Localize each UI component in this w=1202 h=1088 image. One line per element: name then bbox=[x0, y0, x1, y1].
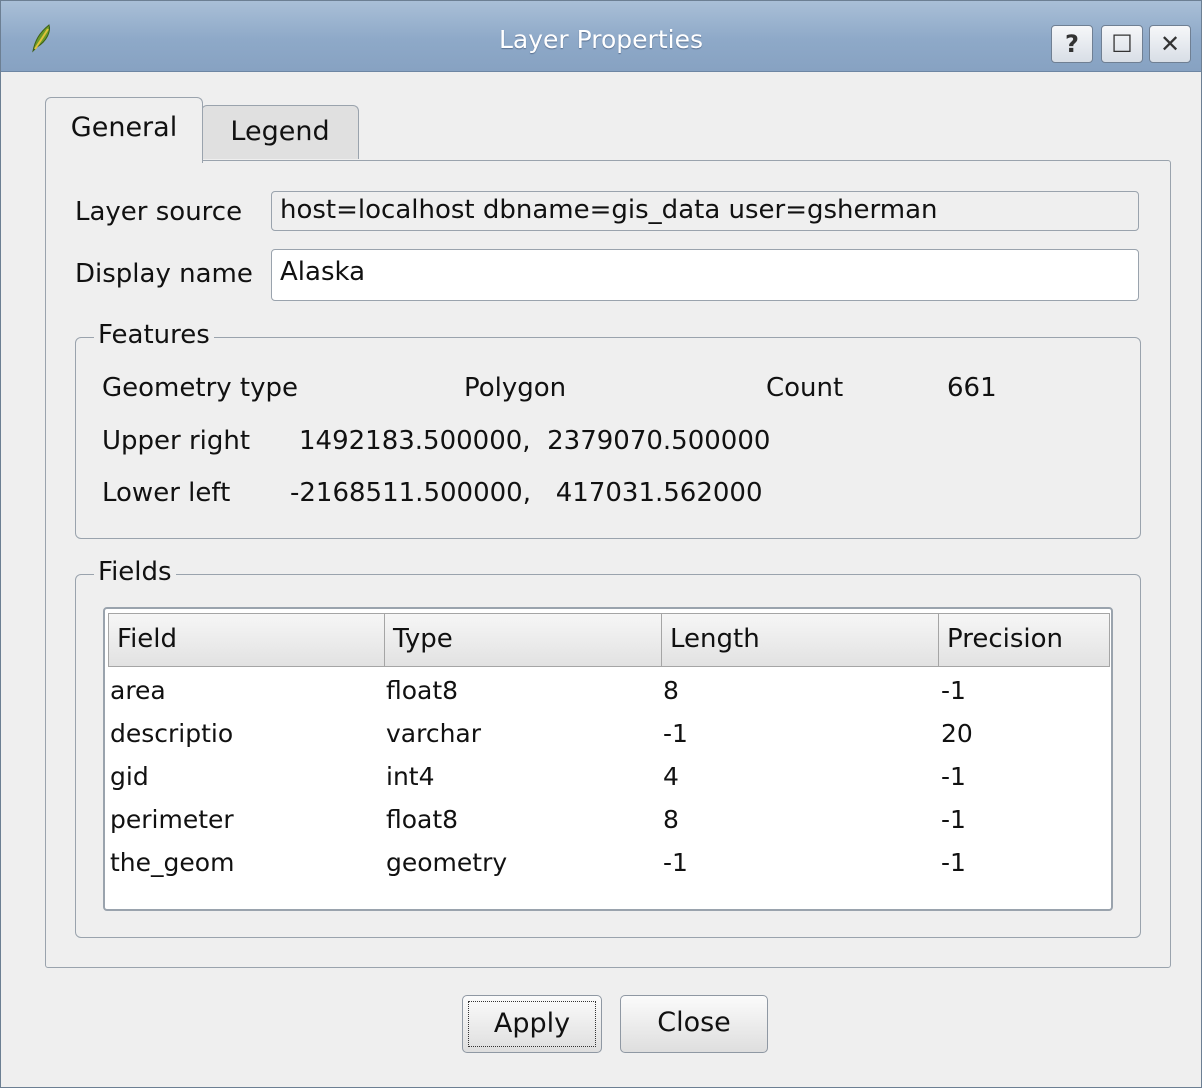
help-button[interactable]: ? bbox=[1051, 25, 1093, 63]
cell-type: geometry bbox=[386, 848, 508, 877]
cell-type: float8 bbox=[386, 805, 459, 834]
table-row[interactable]: the_geom geometry -1 -1 bbox=[105, 841, 1111, 884]
lower-left-value: -2168511.500000, 417031.562000 bbox=[290, 478, 763, 508]
tab-general[interactable]: General bbox=[45, 97, 203, 163]
close-window-button[interactable]: ✕ bbox=[1149, 25, 1191, 63]
display-name-label: Display name bbox=[75, 259, 253, 289]
cell-precision: -1 bbox=[941, 805, 966, 834]
cell-precision: -1 bbox=[941, 676, 966, 705]
cell-length: -1 bbox=[663, 848, 688, 877]
window-title: Layer Properties bbox=[499, 25, 703, 54]
cell-field: the_geom bbox=[110, 848, 235, 877]
geometry-type-value: Polygon bbox=[464, 373, 567, 403]
geometry-type-label: Geometry type bbox=[102, 373, 298, 403]
cell-field: descriptio bbox=[110, 719, 234, 748]
cell-length: 8 bbox=[663, 805, 679, 834]
features-group-title: Features bbox=[94, 320, 214, 350]
column-header-field[interactable]: Field bbox=[108, 613, 386, 667]
column-header-type[interactable]: Type bbox=[384, 613, 663, 667]
cell-type: float8 bbox=[386, 676, 459, 705]
count-label: Count bbox=[766, 373, 844, 403]
title-bar: Layer Properties ? ☐ ✕ bbox=[1, 1, 1201, 72]
cell-type: int4 bbox=[386, 762, 435, 791]
cell-field: area bbox=[110, 676, 166, 705]
maximize-button[interactable]: ☐ bbox=[1101, 25, 1143, 63]
close-button[interactable]: Close bbox=[620, 995, 768, 1053]
count-value: 661 bbox=[947, 373, 997, 403]
cell-precision: 20 bbox=[941, 719, 973, 748]
layer-properties-dialog: Layer Properties ? ☐ ✕ General Legend La… bbox=[0, 0, 1202, 1088]
table-row[interactable]: area float8 8 -1 bbox=[105, 669, 1111, 712]
cell-precision: -1 bbox=[941, 762, 966, 791]
table-row[interactable]: descriptio varchar -1 20 bbox=[105, 712, 1111, 755]
tab-legend[interactable]: Legend bbox=[201, 105, 359, 159]
upper-right-label: Upper right bbox=[102, 426, 251, 456]
table-row[interactable]: gid int4 4 -1 bbox=[105, 755, 1111, 798]
cell-length: 4 bbox=[663, 762, 679, 791]
table-row[interactable]: perimeter float8 8 -1 bbox=[105, 798, 1111, 841]
cell-precision: -1 bbox=[941, 848, 966, 877]
cell-field: gid bbox=[110, 762, 149, 791]
cell-type: varchar bbox=[386, 719, 482, 748]
display-name-input[interactable]: Alaska bbox=[271, 249, 1139, 301]
layer-source-label: Layer source bbox=[75, 197, 243, 227]
layer-source-field: host=localhost dbname=gis_data user=gshe… bbox=[271, 191, 1139, 231]
apply-button-label: Apply bbox=[468, 1001, 596, 1047]
cell-field: perimeter bbox=[110, 805, 234, 834]
apply-button[interactable]: Apply bbox=[462, 995, 602, 1053]
cell-length: 8 bbox=[663, 676, 679, 705]
upper-right-value: 1492183.500000, 2379070.500000 bbox=[299, 426, 771, 456]
column-header-length[interactable]: Length bbox=[661, 613, 940, 667]
column-header-precision[interactable]: Precision bbox=[938, 613, 1110, 667]
fields-group-title: Fields bbox=[94, 557, 176, 587]
cell-length: -1 bbox=[663, 719, 688, 748]
fields-table[interactable]: Field Type Length Precision area float8 … bbox=[103, 607, 1113, 911]
lower-left-label: Lower left bbox=[102, 478, 231, 508]
